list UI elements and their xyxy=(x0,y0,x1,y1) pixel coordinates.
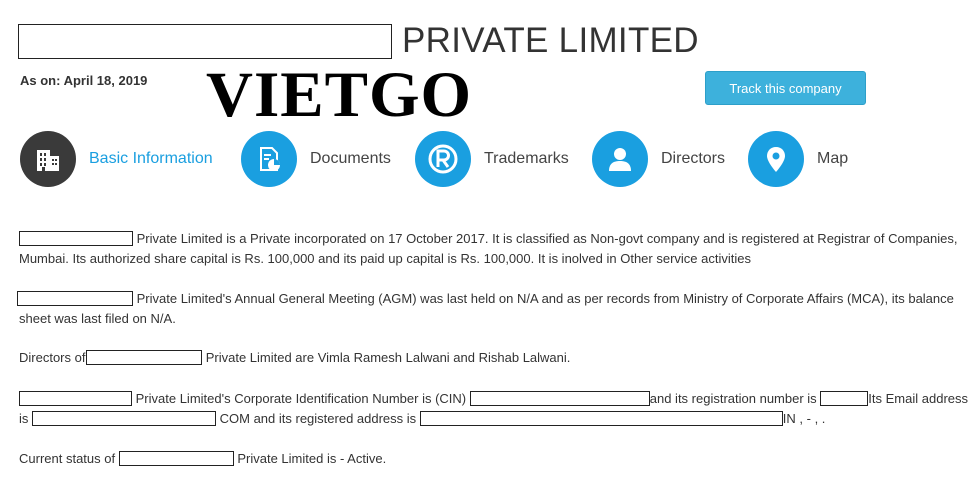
registered-trademark-icon xyxy=(415,131,471,187)
map-pin-icon xyxy=(748,131,804,187)
directors-text: Private Limited are Vimla Ramesh Lalwani… xyxy=(205,350,571,365)
redacted-company-name xyxy=(86,350,203,365)
agm-text: Private Limited's Annual General Meeting… xyxy=(19,291,954,326)
directors-paragraph: Directors of Private Limited are Vimla R… xyxy=(19,348,969,368)
redacted-company-name xyxy=(18,23,392,59)
nav-map[interactable]: Map xyxy=(748,131,848,187)
person-icon xyxy=(592,131,648,187)
nav-label-trademarks: Trademarks xyxy=(484,150,569,167)
description-text: Private Limited is a Private incorporate… xyxy=(19,231,958,266)
redacted-company-name xyxy=(19,231,133,246)
cin-text-a: Private Limited's Corporate Identificati… xyxy=(135,391,467,406)
directors-prefix: Directors of xyxy=(19,350,86,365)
redacted-company-name xyxy=(17,291,133,306)
nav-label-basic-information: Basic Information xyxy=(89,150,213,167)
cin-text-b: and its registration number is xyxy=(649,391,817,406)
cin-text-e: IN , - , . xyxy=(782,411,826,426)
status-paragraph: Current status of Private Limited is - A… xyxy=(19,449,969,469)
redacted-registration-number xyxy=(820,391,869,406)
status-prefix: Current status of xyxy=(19,451,116,466)
redacted-email xyxy=(32,411,217,426)
nav-label-documents: Documents xyxy=(310,150,391,167)
company-description-paragraph: Private Limited is a Private incorporate… xyxy=(19,229,969,269)
status-text: Private Limited is - Active. xyxy=(237,451,387,466)
company-title: PRIVATE LIMITED xyxy=(18,23,699,59)
nav-documents[interactable]: Documents xyxy=(241,131,391,187)
building-icon xyxy=(20,131,76,187)
nav-directors[interactable]: Directors xyxy=(592,131,725,187)
track-company-button[interactable]: Track this company xyxy=(705,71,866,105)
redacted-company-name xyxy=(19,391,132,406)
redacted-cin xyxy=(469,391,650,406)
nav-trademarks[interactable]: Trademarks xyxy=(415,131,569,187)
redacted-company-name xyxy=(118,451,234,466)
cin-text-d: COM and its registered address is xyxy=(219,411,417,426)
redacted-address xyxy=(419,411,783,426)
as-on-date: As on: April 18, 2019 xyxy=(20,73,148,88)
nav-label-directors: Directors xyxy=(661,150,726,167)
nav-label-map: Map xyxy=(817,150,849,167)
title-suffix: PRIVATE LIMITED xyxy=(402,21,699,60)
document-chart-icon xyxy=(241,131,297,187)
cin-paragraph: Private Limited's Corporate Identificati… xyxy=(19,389,969,429)
vietgo-watermark-logo: VIETGO xyxy=(206,59,473,131)
nav-basic-information[interactable]: Basic Information xyxy=(20,131,213,187)
agm-paragraph: Private Limited's Annual General Meeting… xyxy=(17,289,969,329)
